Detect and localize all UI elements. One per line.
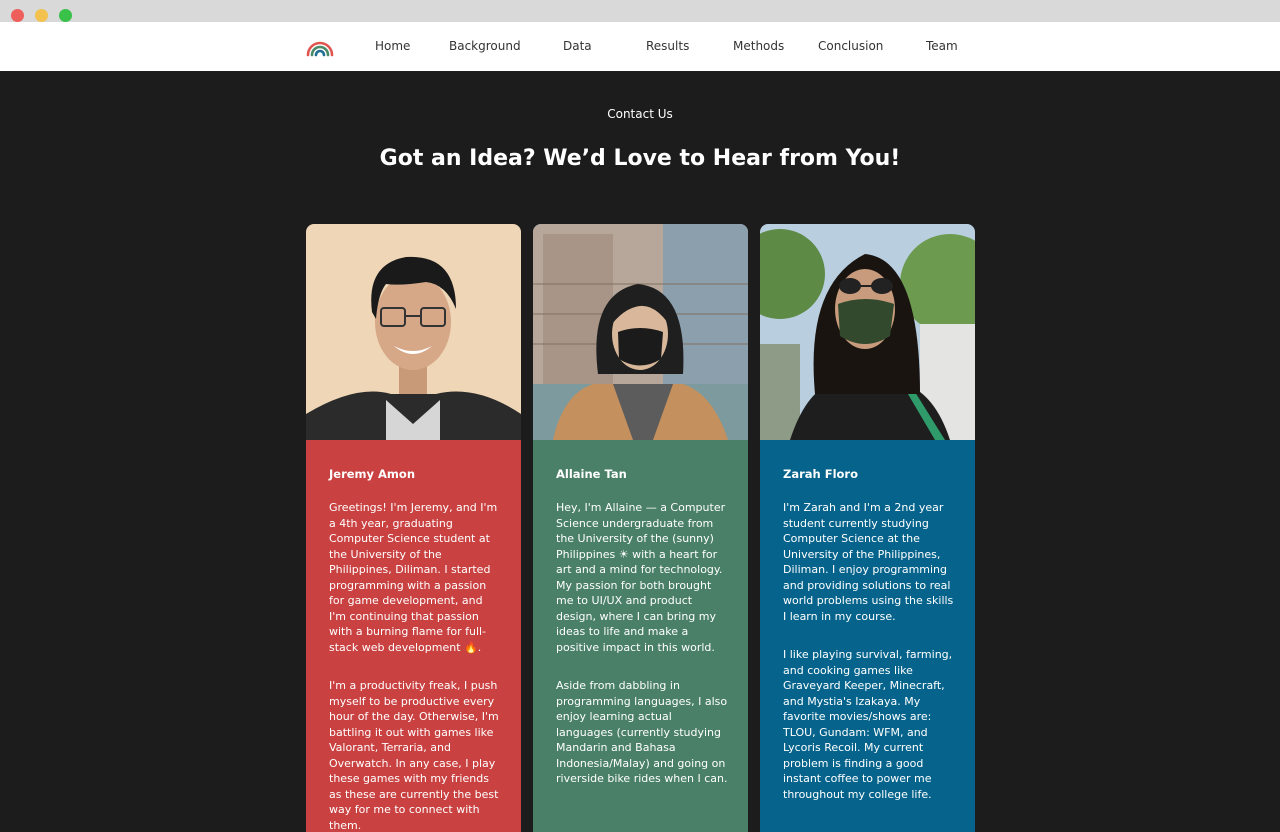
card-body: Zarah Floro I'm Zarah and I'm a 2nd year… xyxy=(760,440,975,832)
window-maximize-button[interactable] xyxy=(59,9,72,22)
concentric-rings-logo-icon[interactable] xyxy=(305,32,335,60)
member-name: Jeremy Amon xyxy=(329,467,416,481)
member-name: Allaine Tan xyxy=(556,467,627,481)
nav-link-background[interactable]: Background xyxy=(449,39,521,53)
window-close-button[interactable] xyxy=(11,9,24,22)
team-card: Zarah Floro I'm Zarah and I'm a 2nd year… xyxy=(760,224,975,832)
team-card: Jeremy Amon Greetings! I'm Jeremy, and I… xyxy=(306,224,521,832)
member-bio: Greetings! I'm Jeremy, and I'm a 4th yea… xyxy=(329,501,498,654)
top-navbar: Home Background Data Results Methods Con… xyxy=(0,22,1280,71)
portrait-photo xyxy=(533,224,748,440)
nav-link-team[interactable]: Team xyxy=(926,39,958,53)
card-body: Jeremy Amon Greetings! I'm Jeremy, and I… xyxy=(306,440,521,832)
section-eyebrow: Contact Us xyxy=(607,107,673,121)
card-body: Allaine Tan Hey, I'm Allaine — a Compute… xyxy=(533,440,748,832)
member-bio: I like playing survival, farming, and co… xyxy=(783,648,953,801)
member-bio: I'm Zarah and I'm a 2nd year student cur… xyxy=(783,501,954,623)
browser-chrome xyxy=(0,0,1280,22)
nav-link-home[interactable]: Home xyxy=(375,39,410,53)
portrait-photo xyxy=(760,224,975,440)
member-name: Zarah Floro xyxy=(783,467,858,481)
nav-link-conclusion[interactable]: Conclusion xyxy=(818,39,883,53)
member-bio: Aside from dabbling in programming langu… xyxy=(556,679,728,785)
nav-link-results[interactable]: Results xyxy=(646,39,689,53)
member-bio: Hey, I'm Allaine — a Computer Science un… xyxy=(556,501,726,654)
team-card: Allaine Tan Hey, I'm Allaine — a Compute… xyxy=(533,224,748,832)
nav-link-methods[interactable]: Methods xyxy=(733,39,784,53)
nav-link-data[interactable]: Data xyxy=(563,39,592,53)
portrait-photo xyxy=(306,224,521,440)
section-headline: Got an Idea? We’d Love to Hear from You! xyxy=(379,146,901,171)
window-minimize-button[interactable] xyxy=(35,9,48,22)
member-bio: I'm a productivity freak, I push myself … xyxy=(329,679,499,832)
